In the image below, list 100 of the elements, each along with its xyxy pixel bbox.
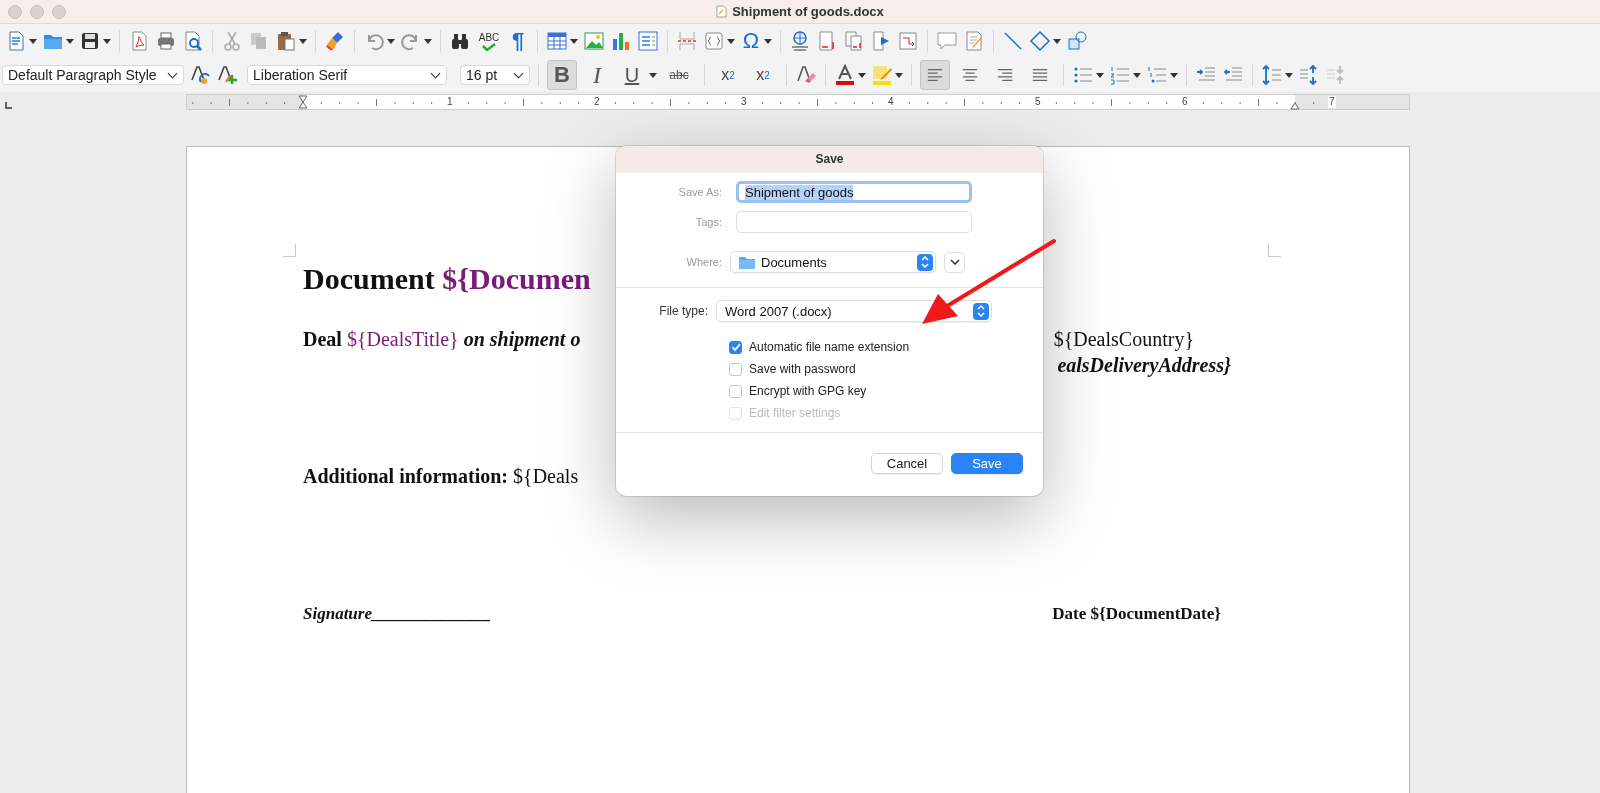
caret-icon[interactable] [1096, 72, 1104, 78]
line-spacing-icon[interactable] [1261, 64, 1283, 86]
caret-icon[interactable] [299, 38, 307, 44]
template-field: ealsDeliveryAddress} [1057, 352, 1231, 378]
checkbox[interactable] [729, 384, 742, 398]
template-field: ${Documen [442, 262, 591, 295]
dialog-title: Save [616, 146, 1043, 173]
file-type-label: File type: [658, 304, 709, 318]
align-left-button[interactable] [920, 60, 950, 90]
underline-button[interactable]: U [617, 60, 647, 90]
increase-spacing-icon[interactable] [1298, 64, 1320, 86]
caret-icon[interactable] [66, 38, 74, 44]
spellcheck-button[interactable]: ABC [476, 28, 502, 54]
indent-marker-icon[interactable] [298, 95, 308, 109]
align-lines-icon [1030, 66, 1050, 84]
location-popup[interactable]: Documents [730, 251, 936, 273]
print-preview-icon[interactable] [182, 30, 204, 52]
paragraph-style-dropdown[interactable]: Default Paragraph Style [2, 65, 184, 85]
font-size-dropdown[interactable]: 16 pt [460, 65, 530, 85]
caret-icon[interactable] [29, 38, 37, 44]
folder-icon [739, 255, 755, 269]
align-lines-icon [960, 66, 980, 84]
option-label: Encrypt with GPG key [749, 384, 867, 398]
margin-corner-mark [283, 244, 296, 257]
ruler-number: 1 [446, 96, 454, 108]
caret-icon[interactable] [570, 38, 578, 44]
caret-icon[interactable] [1133, 72, 1141, 78]
shapes-icon[interactable] [1066, 30, 1088, 52]
special-character-button[interactable]: Ω [740, 28, 762, 54]
margin-corner-mark [1268, 244, 1281, 257]
caret-icon[interactable] [858, 72, 866, 78]
caret-icon[interactable] [424, 38, 432, 44]
stepper-icon [921, 256, 929, 268]
text-box-icon[interactable] [637, 30, 659, 52]
template-field: ${Deals [513, 465, 579, 487]
save-button[interactable]: Save [951, 453, 1023, 474]
align-lines-icon [995, 66, 1015, 84]
document-heading: Document [303, 262, 435, 295]
track-changes-icon[interactable] [963, 30, 985, 52]
check-icon [730, 342, 741, 352]
strikethrough-button[interactable]: abc [662, 60, 696, 90]
check-icon [481, 42, 497, 51]
caret-icon[interactable] [1170, 72, 1178, 78]
caret-icon[interactable] [727, 38, 735, 44]
deal-text: on shipment o [463, 328, 581, 350]
update-style-icon[interactable] [189, 64, 211, 86]
line-icon[interactable] [1002, 30, 1024, 52]
additional-info-label: Additional information: [303, 465, 509, 487]
bold-button[interactable]: B [547, 60, 577, 90]
paintbrush-icon[interactable] [324, 30, 346, 52]
printer-icon[interactable] [155, 30, 177, 52]
where-label: Where: [685, 256, 723, 268]
new-style-icon[interactable] [216, 64, 238, 86]
field-icon[interactable] [703, 30, 725, 52]
italic-button[interactable]: I [582, 60, 612, 90]
diamond-icon[interactable] [1029, 30, 1051, 52]
caret-icon[interactable] [764, 38, 772, 44]
cross-reference-icon[interactable] [897, 30, 919, 52]
clipboard-icon[interactable] [275, 30, 297, 52]
caret-icon[interactable] [649, 72, 657, 78]
indent-marker-icon[interactable] [1290, 102, 1300, 110]
tags-field[interactable] [736, 211, 972, 233]
ruler-number: 2 [593, 96, 601, 108]
chevron-down-icon [949, 259, 960, 265]
file-name-field[interactable]: Shipment of goods [736, 181, 972, 203]
checkbox[interactable] [729, 340, 742, 354]
ruler-number: 3 [740, 96, 748, 108]
stepper-icon [977, 305, 985, 317]
deal-label: Deal [303, 328, 342, 350]
date-text: Date ${DocumentDate} [1052, 603, 1221, 625]
font-color-icon[interactable] [834, 64, 856, 86]
formatting-marks-button[interactable]: ¶ [507, 28, 529, 54]
clear-formatting-icon[interactable] [795, 64, 817, 86]
endnote-icon[interactable] [843, 30, 865, 52]
globe-icon[interactable] [789, 30, 811, 52]
page-break-icon[interactable] [676, 30, 698, 52]
font-name-dropdown[interactable]: Liberation Serif [247, 65, 447, 85]
ruler-number: 6 [1181, 96, 1189, 108]
ruler-number: 7 [1328, 96, 1336, 108]
caret-icon[interactable] [387, 38, 395, 44]
table-icon[interactable] [546, 30, 568, 52]
bar-chart-icon[interactable] [610, 30, 632, 52]
document-icon [716, 5, 728, 18]
align-lines-icon [925, 66, 945, 84]
option-label: Save with password [749, 362, 856, 376]
option-label: Edit filter settings [749, 406, 841, 420]
caret-icon[interactable] [1285, 72, 1293, 78]
save-as-label: Save As: [677, 186, 723, 198]
cancel-button[interactable]: Cancel [871, 453, 943, 474]
option-label: Automatic file name extension [749, 340, 910, 354]
checkbox[interactable] [729, 362, 742, 376]
caret-icon[interactable] [1053, 38, 1061, 44]
tab-stop-icon[interactable] [5, 102, 12, 109]
save-icon[interactable] [79, 30, 101, 52]
ruler[interactable]: 1 2 3 4 5 6 7 [186, 94, 1410, 110]
expand-button[interactable] [944, 251, 965, 273]
caret-icon[interactable] [895, 72, 903, 78]
caret-icon[interactable] [103, 38, 111, 44]
ruler-number: 5 [1034, 96, 1042, 108]
image-icon[interactable] [583, 30, 605, 52]
